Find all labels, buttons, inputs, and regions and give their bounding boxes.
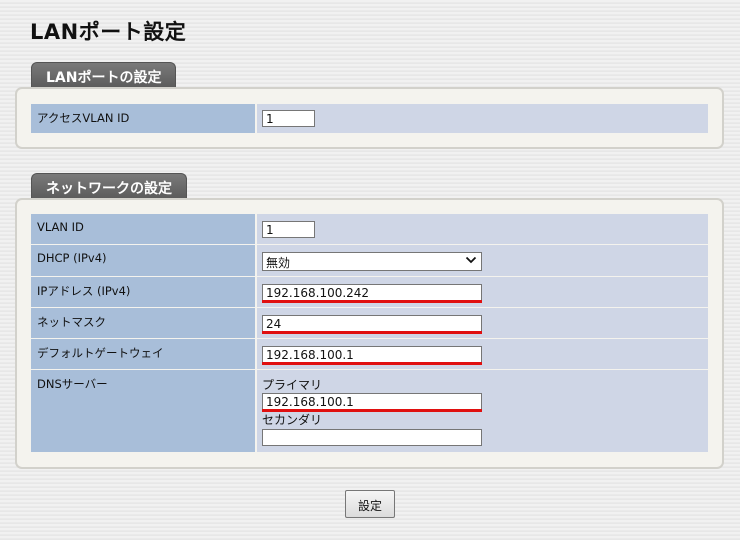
lan-section-panel: アクセスVLAN ID 1 xyxy=(15,87,724,149)
dns-primary-input[interactable]: 192.168.100.1 xyxy=(262,393,482,410)
ip-address-input[interactable]: 192.168.100.242 xyxy=(262,284,482,301)
dhcp-row: DHCP (IPv4) 無効 xyxy=(31,245,708,277)
vlan-id-cell: 1 xyxy=(257,214,708,245)
network-section-panel: VLAN ID 1 DHCP (IPv4) 無効 IPアドレス (IPv4) 1… xyxy=(15,198,724,469)
dhcp-label: DHCP (IPv4) xyxy=(31,245,255,277)
access-vlan-label: アクセスVLAN ID xyxy=(31,104,255,134)
ip-address-highlight xyxy=(262,300,482,303)
access-vlan-cell: 1 xyxy=(257,104,708,134)
dhcp-selected-value: 無効 xyxy=(266,256,291,270)
lan-section-tab: LANポートの設定 xyxy=(31,62,177,87)
gateway-label: デフォルトゲートウェイ xyxy=(31,339,255,370)
gateway-row: デフォルトゲートウェイ 192.168.100.1 xyxy=(31,339,708,370)
gateway-input[interactable]: 192.168.100.1 xyxy=(262,346,482,363)
chevron-down-icon xyxy=(465,254,477,269)
vlan-id-input[interactable]: 1 xyxy=(262,221,315,238)
netmask-row: ネットマスク 24 xyxy=(31,308,708,339)
netmask-highlight xyxy=(262,331,482,334)
ip-address-label: IPアドレス (IPv4) xyxy=(31,277,255,308)
netmask-label: ネットマスク xyxy=(31,308,255,339)
dns-secondary-input[interactable] xyxy=(262,429,482,446)
dns-secondary-label: セカンダリ xyxy=(262,413,323,427)
network-section-tab: ネットワークの設定 xyxy=(31,173,187,198)
dns-primary-label: プライマリ xyxy=(262,378,323,392)
netmask-cell: 24 xyxy=(257,308,708,339)
access-vlan-row: アクセスVLAN ID 1 xyxy=(31,104,708,134)
dhcp-select[interactable]: 無効 xyxy=(262,252,482,271)
vlan-id-label: VLAN ID xyxy=(31,214,255,245)
dns-row: DNSサーバー プライマリ 192.168.100.1 セカンダリ xyxy=(31,370,708,453)
gateway-cell: 192.168.100.1 xyxy=(257,339,708,370)
ip-address-cell: 192.168.100.242 xyxy=(257,277,708,308)
submit-button[interactable]: 設定 xyxy=(345,490,395,518)
netmask-input[interactable]: 24 xyxy=(262,315,482,332)
page-title: LANポート設定 xyxy=(30,20,187,44)
vlan-id-row: VLAN ID 1 xyxy=(31,214,708,245)
dns-label: DNSサーバー xyxy=(31,370,255,453)
access-vlan-input[interactable]: 1 xyxy=(262,110,315,127)
gateway-highlight xyxy=(262,362,482,365)
dns-cell: プライマリ 192.168.100.1 セカンダリ xyxy=(257,370,708,453)
ip-address-row: IPアドレス (IPv4) 192.168.100.242 xyxy=(31,277,708,308)
dhcp-cell: 無効 xyxy=(257,245,708,277)
